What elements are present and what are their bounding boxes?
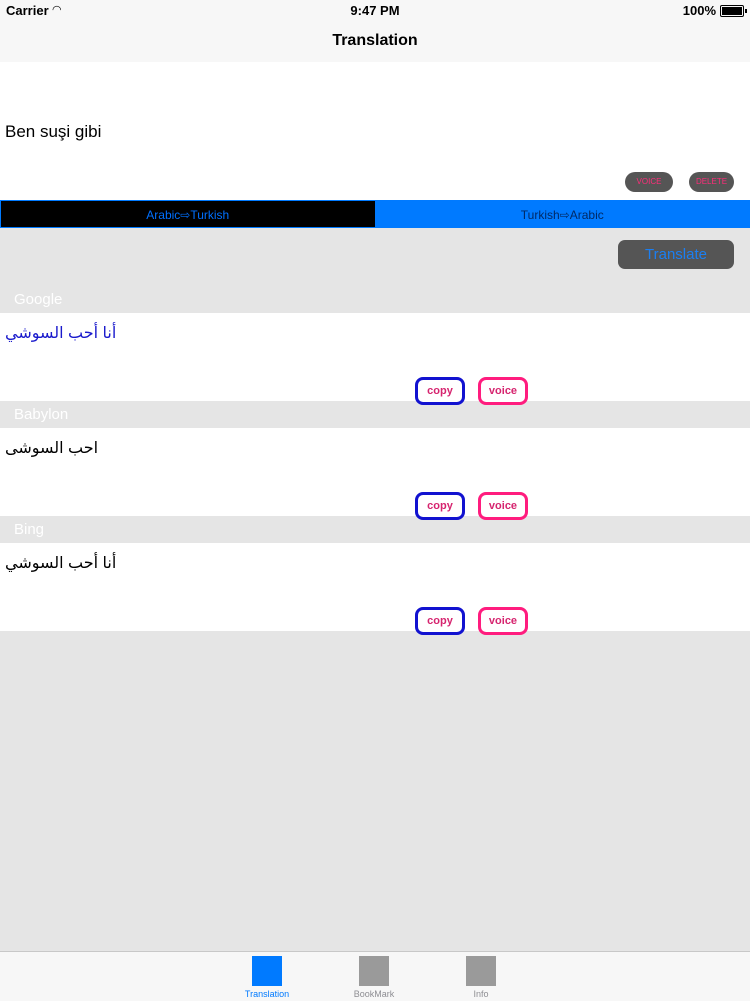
input-delete-button[interactable]: delete (689, 172, 734, 192)
status-time: 9:47 PM (0, 3, 750, 18)
voice-button-bing[interactable]: voice (478, 607, 528, 635)
result-box-bing: أنا أحب السوشي copy voice (0, 543, 750, 631)
language-direction-control[interactable]: Arabic⇨Turkish Turkish⇨Arabic (0, 200, 750, 228)
result-box-babylon: احب السوشى copy voice (0, 428, 750, 516)
segment-arabic-to-turkish[interactable]: Arabic⇨Turkish (0, 200, 375, 228)
tab-bar: Translation BookMark Info (0, 951, 750, 1001)
result-source-bing: Bing (14, 521, 44, 538)
tab-bookmark[interactable]: BookMark (344, 954, 404, 1000)
page-title: Translation (0, 32, 750, 50)
navigation-bar: Translation (0, 22, 750, 62)
result-box-google: أنا أحب السوشي copy voice (0, 313, 750, 401)
source-text-area[interactable]: Ben suşi gibi voice delete (0, 62, 750, 200)
source-text[interactable]: Ben suşi gibi (5, 122, 101, 142)
voice-button-babylon[interactable]: voice (478, 492, 528, 520)
input-voice-button[interactable]: voice (625, 172, 673, 192)
tab-translation[interactable]: Translation (237, 954, 297, 1000)
copy-button-google[interactable]: copy (415, 377, 465, 405)
result-text-bing: أنا أحب السوشي (5, 553, 116, 573)
result-source-google: Google (14, 291, 62, 308)
info-tab-icon (466, 956, 496, 986)
result-source-babylon: Babylon (14, 406, 68, 423)
status-bar: Carrier ◠ 9:47 PM 100% (0, 0, 750, 22)
copy-button-bing[interactable]: copy (415, 607, 465, 635)
copy-button-babylon[interactable]: copy (415, 492, 465, 520)
tab-bookmark-label: BookMark (344, 989, 404, 999)
tab-info-label: Info (451, 989, 511, 999)
battery-percentage: 100% (683, 3, 716, 18)
tab-info[interactable]: Info (451, 954, 511, 1000)
translate-button[interactable]: Translate (618, 240, 734, 269)
tab-translation-label: Translation (237, 989, 297, 999)
result-text-babylon: احب السوشى (5, 438, 98, 458)
translation-tab-icon (252, 956, 282, 986)
result-text-google: أنا أحب السوشي (5, 323, 116, 343)
battery-icon (720, 5, 744, 17)
voice-button-google[interactable]: voice (478, 377, 528, 405)
bookmark-tab-icon (359, 956, 389, 986)
segment-turkish-to-arabic[interactable]: Turkish⇨Arabic (375, 200, 750, 228)
